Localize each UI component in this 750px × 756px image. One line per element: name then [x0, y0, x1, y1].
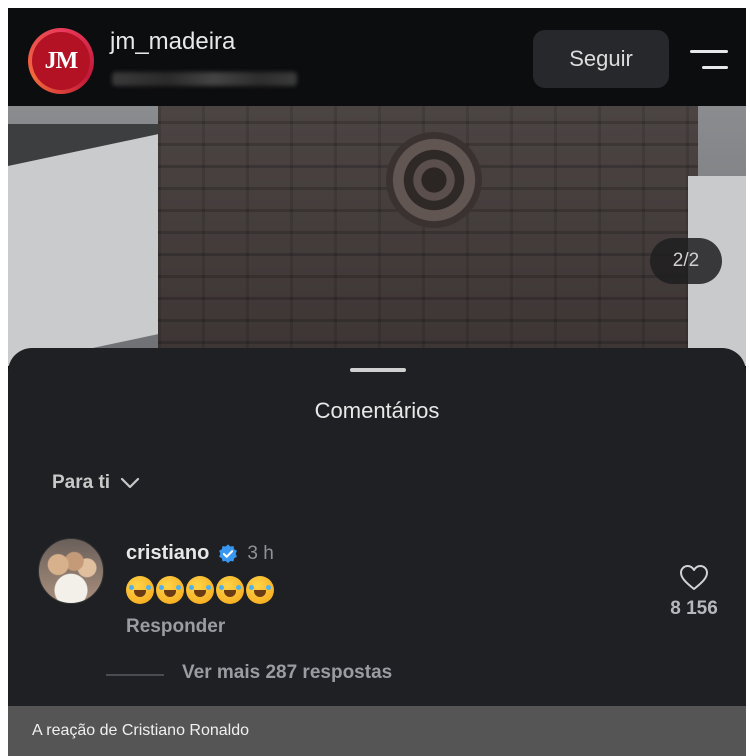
rose-window	[386, 132, 482, 228]
filter-label: Para ti	[52, 472, 111, 493]
chevron-down-icon	[120, 477, 140, 489]
commenter-avatar[interactable]	[38, 538, 104, 604]
comments-title: Comentários	[314, 398, 440, 423]
verified-badge-icon	[219, 543, 238, 563]
menu-icon[interactable]	[690, 48, 728, 72]
like-control[interactable]: 8 156	[664, 564, 724, 620]
laughing-emoji-icon	[156, 576, 184, 604]
commenter-username[interactable]: cristiano	[126, 542, 209, 565]
account-avatar[interactable]: JM	[28, 28, 94, 94]
laughing-emoji-icon	[246, 576, 274, 604]
comment-header: cristiano 3 h	[126, 542, 274, 565]
post-image[interactable]: 2/2	[8, 106, 746, 366]
post-header: JM jm_madeira Seguir	[8, 8, 746, 106]
reply-button[interactable]: Responder	[126, 616, 225, 638]
app-frame: JM jm_madeira Seguir 2/2 Comentários Par…	[8, 8, 746, 706]
laughing-emoji-icon	[126, 576, 154, 604]
comments-sheet: Comentários Para ti cristiano 3 h Respon…	[8, 348, 746, 706]
image-caption: A reação de Cristiano Ronaldo	[8, 706, 746, 756]
comment-time: 3 h	[247, 542, 274, 564]
account-logo: JM	[32, 32, 90, 90]
heart-icon[interactable]	[679, 564, 709, 592]
comments-filter[interactable]: Para ti	[52, 472, 140, 494]
drag-handle[interactable]	[350, 368, 406, 372]
account-name[interactable]: jm_madeira	[110, 28, 235, 56]
blurred-subtitle	[112, 72, 297, 86]
page-indicator: 2/2	[650, 238, 722, 284]
follow-button[interactable]: Seguir	[533, 30, 669, 88]
avatar-initials: JM	[44, 47, 79, 74]
laughing-emoji-icon	[186, 576, 214, 604]
like-count: 8 156	[670, 598, 718, 619]
view-more-replies-button[interactable]: Ver mais 287 respostas	[182, 662, 392, 684]
comment-text	[126, 576, 274, 604]
laughing-emoji-icon	[216, 576, 244, 604]
replies-divider	[106, 674, 164, 676]
